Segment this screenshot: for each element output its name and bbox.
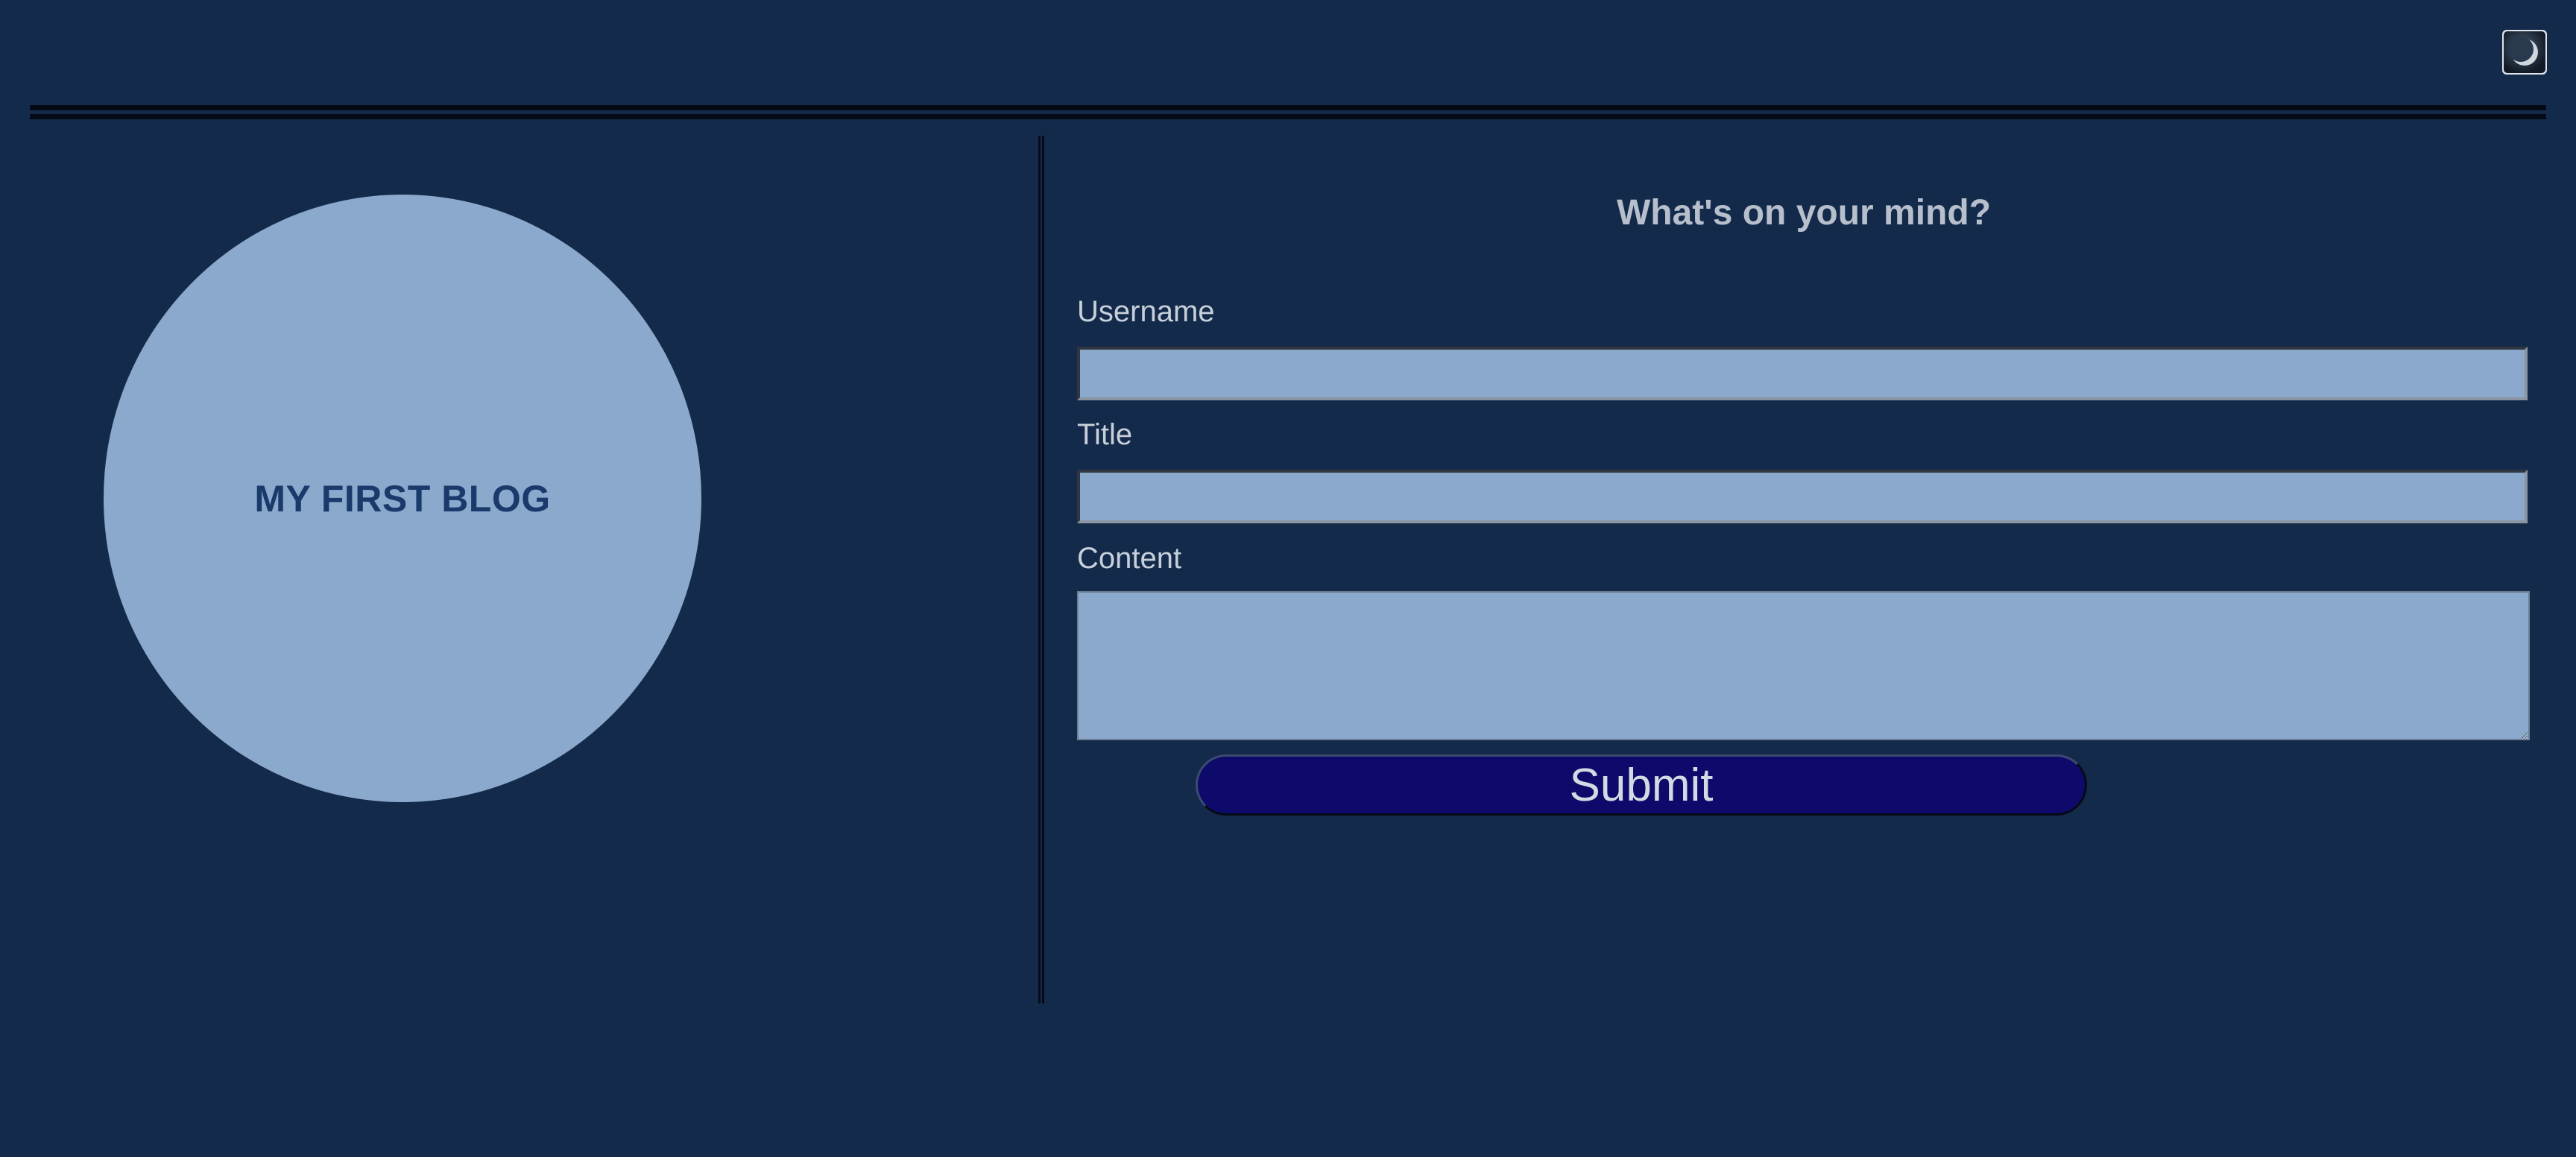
title-input[interactable] [1077,470,2528,523]
blog-logo-text: MY FIRST BLOG [254,477,551,520]
page: MY FIRST BLOG What's on your mind? Usern… [0,0,2576,1157]
blog-logo: MY FIRST BLOG [104,195,701,802]
username-label: Username [1077,295,1215,328]
title-label: Title [1077,418,1133,451]
submit-button[interactable]: Submit [1196,754,2087,816]
moon-icon [2504,31,2545,73]
vertical-divider [1038,136,1045,1003]
content-label: Content [1077,542,1182,575]
header-divider [30,105,2546,120]
content-textarea[interactable] [1077,591,2530,740]
theme-toggle-button[interactable] [2502,30,2547,75]
username-input[interactable] [1077,347,2528,400]
form-heading: What's on your mind? [1616,193,1992,233]
